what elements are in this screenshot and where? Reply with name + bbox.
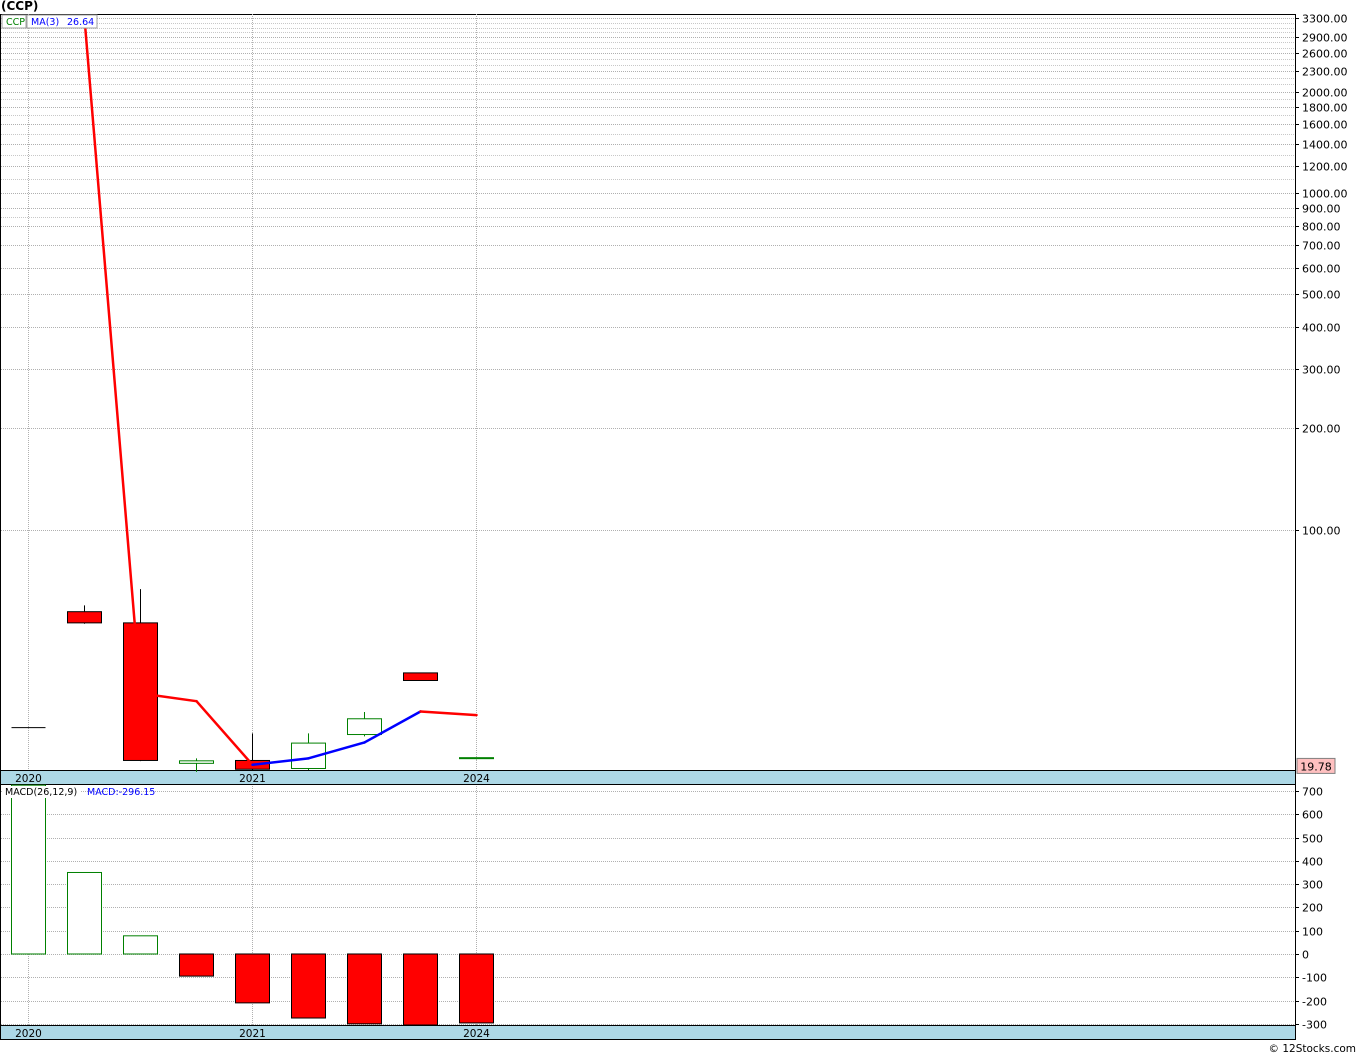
price-tick-label: 500.00 [1302, 289, 1341, 302]
price-tick-label: 100.00 [1302, 525, 1341, 538]
price-tick-label: 2900.00 [1302, 32, 1348, 45]
macd-tick-label: 100 [1302, 926, 1323, 939]
price-tick-label: 1200.00 [1302, 161, 1348, 174]
macd-bar [179, 953, 214, 977]
macd-bar [347, 953, 382, 1025]
macd-bar [123, 935, 158, 955]
price-tick-label: 400.00 [1302, 322, 1341, 335]
macd-tick-label: 0 [1302, 949, 1309, 962]
candle [403, 672, 438, 681]
price-tick-label: 800.00 [1302, 221, 1341, 234]
price-x-tick-label: 2024 [463, 773, 490, 785]
legend-ma-value: 26.64 [67, 17, 94, 28]
macd-tick-label: -300 [1302, 1019, 1327, 1032]
macd-tick-label: -100 [1302, 972, 1327, 985]
price-tick-label: 2600.00 [1302, 48, 1348, 61]
price-x-tick-label: 2020 [15, 773, 42, 785]
macd-bar [459, 953, 494, 1024]
price-tick-label: 2000.00 [1302, 87, 1348, 100]
macd-bar [403, 953, 438, 1026]
macd-title: MACD(26,12,9) [5, 787, 77, 798]
price-tick-label: 1000.00 [1302, 188, 1348, 201]
price-tick-label: 1600.00 [1302, 119, 1348, 132]
legend-symbol: CCP [6, 17, 25, 28]
candle-body [459, 757, 494, 760]
macd-tick-label: 400 [1302, 856, 1323, 869]
candle-body [67, 611, 102, 624]
copyright-text: © 12Stocks.com [1268, 1043, 1357, 1055]
macd-tick-label: -200 [1302, 996, 1327, 1009]
price-tick-label: 900.00 [1302, 203, 1341, 216]
price-tick-label: 1400.00 [1302, 139, 1348, 152]
macd-bar [11, 784, 46, 955]
macd-x-axis-band [0, 1025, 1296, 1040]
price-panel [0, 14, 1296, 771]
macd-bar [291, 953, 326, 1019]
macd-x-tick-label: 2021 [239, 1028, 266, 1040]
last-price-label: 19.78 [1300, 760, 1332, 773]
candle-body [403, 672, 438, 681]
macd-tick-label: 300 [1302, 879, 1323, 892]
price-tick-label: 2300.00 [1302, 66, 1348, 79]
macd-tick-label: 200 [1302, 902, 1323, 915]
price-x-tick-label: 2021 [239, 773, 266, 785]
legend-ma-label: MA(3) [31, 17, 59, 28]
candle-body [179, 760, 214, 764]
macd-x-tick-label: 2024 [463, 1028, 490, 1040]
macd-bar [235, 953, 270, 1004]
candle-body [347, 718, 382, 736]
price-tick-label: 700.00 [1302, 240, 1341, 253]
macd-panel [0, 784, 1296, 1026]
candle [459, 757, 494, 760]
chart-canvas: 100.00 200.00 300.00 400.00 500.00 600.00 700.… [0, 13, 1348, 1040]
macd-x-tick-label: 2020 [15, 1028, 42, 1040]
price-tick-label: 600.00 [1302, 263, 1341, 276]
price-tick-label: 1800.00 [1302, 102, 1348, 115]
price-tick-label: 200.00 [1302, 423, 1341, 436]
macd-value-label: MACD:-296.15 [87, 787, 155, 798]
macd-tick-label: 600 [1302, 809, 1323, 822]
macd-bar [67, 871, 102, 955]
macd-tick-label: 500 [1302, 833, 1323, 846]
price-x-axis-band [0, 770, 1296, 785]
price-tick-label: 3300.00 [1302, 13, 1348, 26]
macd-tick-label: 700 [1302, 786, 1323, 799]
price-tick-label: 300.00 [1302, 364, 1341, 377]
